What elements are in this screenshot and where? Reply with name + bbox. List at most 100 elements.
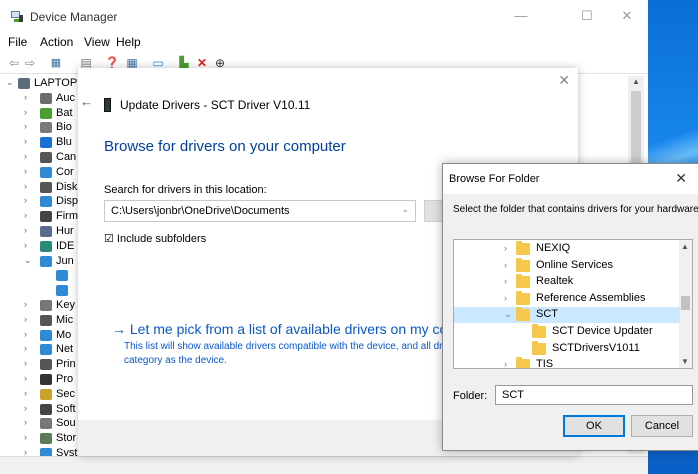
chevron-right-icon[interactable]: › xyxy=(504,243,507,253)
chevron-right-icon[interactable]: › xyxy=(504,260,507,270)
chevron-right-icon[interactable]: › xyxy=(24,432,27,442)
chevron-right-icon[interactable]: › xyxy=(504,359,507,368)
chevron-down-icon[interactable]: ⌄ xyxy=(6,77,14,88)
device-category-icon xyxy=(56,285,68,297)
tree-item[interactable]: › Bio xyxy=(0,120,80,135)
chevron-right-icon[interactable]: › xyxy=(24,107,27,117)
folder-item[interactable]: ⌄ SCT xyxy=(454,307,680,324)
folder-input[interactable]: SCT xyxy=(495,385,693,405)
folder-item[interactable]: › TIS xyxy=(454,357,680,368)
tree-item[interactable]: › Key xyxy=(0,298,80,313)
forward-arrow-icon[interactable]: ⇨ xyxy=(22,55,38,71)
tree-item[interactable]: › Firm xyxy=(0,209,80,224)
chevron-right-icon[interactable]: › xyxy=(24,92,27,102)
minimize-icon[interactable]: — xyxy=(506,6,536,26)
chevron-right-icon[interactable]: › xyxy=(24,181,27,191)
menu-action[interactable]: Action xyxy=(40,35,73,49)
maximize-icon[interactable]: ☐ xyxy=(572,6,602,26)
chevron-right-icon[interactable]: › xyxy=(24,403,27,413)
chevron-right-icon[interactable]: › xyxy=(24,195,27,205)
tree-item[interactable]: › Sou xyxy=(0,416,80,431)
back-arrow-icon[interactable]: ⇦ xyxy=(6,55,22,71)
scrollbar[interactable]: ▲ ▼ xyxy=(679,240,692,368)
scroll-thumb[interactable] xyxy=(681,296,690,310)
close-icon[interactable]: ✕ xyxy=(558,72,570,89)
chevron-right-icon[interactable]: › xyxy=(24,358,27,368)
folder-item[interactable]: › Reference Assemblies xyxy=(454,290,680,307)
chevron-down-icon[interactable]: ⌄ xyxy=(24,255,32,266)
chevron-right-icon[interactable]: › xyxy=(24,121,27,131)
folder-item[interactable]: SCT Device Updater xyxy=(454,324,680,340)
device-category-icon xyxy=(40,196,52,208)
tree-item[interactable]: › Soft xyxy=(0,402,80,417)
scroll-up-icon[interactable]: ▲ xyxy=(681,242,689,251)
chevron-right-icon[interactable]: › xyxy=(504,293,507,303)
chevron-right-icon[interactable]: › xyxy=(24,329,27,339)
tree-item[interactable]: › Disk xyxy=(0,180,80,195)
tree-item[interactable]: › IDE xyxy=(0,239,80,254)
title-bar[interactable]: Device Manager — ☐ ✕ xyxy=(0,0,648,32)
back-arrow-icon[interactable]: ← xyxy=(80,94,93,109)
chevron-right-icon[interactable]: › xyxy=(504,276,507,286)
tree-item[interactable]: › Blu xyxy=(0,135,80,150)
chevron-right-icon[interactable]: › xyxy=(24,299,27,309)
ok-button[interactable]: OK xyxy=(563,415,625,437)
chevron-right-icon[interactable]: › xyxy=(24,417,27,427)
tree-item[interactable]: › Bat xyxy=(0,106,80,121)
tree-item[interactable] xyxy=(0,268,80,283)
close-icon[interactable]: ✕ xyxy=(612,6,642,26)
chevron-right-icon[interactable]: › xyxy=(24,166,27,176)
device-category-icon xyxy=(40,329,52,341)
menu-view[interactable]: View xyxy=(84,35,110,49)
chevron-right-icon[interactable]: › xyxy=(24,240,27,250)
tree-item[interactable]: › Hur xyxy=(0,224,80,239)
tree-view-icon[interactable]: ▦ xyxy=(48,55,64,71)
tree-item[interactable]: › Can xyxy=(0,150,80,165)
chevron-right-icon[interactable]: › xyxy=(24,388,27,398)
cancel-button[interactable]: Cancel xyxy=(631,415,693,437)
chevron-right-icon[interactable]: › xyxy=(24,225,27,235)
close-icon[interactable]: ✕ xyxy=(675,170,687,187)
tree-item[interactable]: › Pro xyxy=(0,372,80,387)
path-input[interactable]: C:\Users\jonbr\OneDrive\Documents ⌄ xyxy=(104,200,416,222)
device-category-icon xyxy=(40,240,52,252)
folder-icon xyxy=(516,257,530,272)
menu-help[interactable]: Help xyxy=(116,35,141,49)
chevron-right-icon[interactable]: › xyxy=(24,343,27,353)
device-category-icon xyxy=(40,226,52,237)
tree-item[interactable]: › Prin xyxy=(0,357,80,372)
folder-label: Folder: xyxy=(453,390,488,402)
folder-item[interactable]: › Online Services xyxy=(454,257,680,274)
scroll-up-icon[interactable]: ▲ xyxy=(632,77,640,86)
folder-tree[interactable]: ▲ ▼ › NEXIQ › Online Services › Realtek › Refer… xyxy=(453,239,693,369)
tree-item[interactable]: › Net xyxy=(0,342,80,357)
folder-item[interactable]: › Realtek xyxy=(454,274,680,290)
chevron-down-icon[interactable]: ⌄ xyxy=(504,309,512,320)
tree-item-label: Key xyxy=(56,299,75,311)
tree-item[interactable]: › Mic xyxy=(0,313,80,328)
chevron-right-icon[interactable]: › xyxy=(24,136,27,146)
chevron-right-icon[interactable]: › xyxy=(24,210,27,220)
menu-file[interactable]: File xyxy=(8,35,27,49)
chevron-right-icon[interactable]: › xyxy=(24,151,27,161)
tree-item[interactable]: › Mo xyxy=(0,328,80,343)
tree-item[interactable] xyxy=(0,283,80,298)
tree-item[interactable]: ⌄ LAPTOP xyxy=(0,76,80,91)
tree-item[interactable]: › Sec xyxy=(0,387,80,402)
tree-item-label: Sou xyxy=(56,417,76,430)
chevron-right-icon[interactable]: › xyxy=(24,314,27,324)
scroll-down-icon[interactable]: ▼ xyxy=(681,357,689,366)
tree-item[interactable]: › Stor xyxy=(0,431,80,446)
dialog-description: Select the folder that contains drivers … xyxy=(453,204,698,215)
pick-from-list-link[interactable]: → Let me pick from a list of available d… xyxy=(112,321,475,337)
tree-item-label: Bat xyxy=(56,106,73,119)
tree-item[interactable]: › Disp xyxy=(0,194,80,209)
include-subfolders-checkbox[interactable]: ☑ Include subfolders xyxy=(104,232,206,245)
tree-item[interactable]: › Auc xyxy=(0,91,80,106)
tree-item[interactable]: ⌄ Jun xyxy=(0,254,80,269)
chevron-down-icon[interactable]: ⌄ xyxy=(401,204,409,215)
folder-item[interactable]: › NEXIQ xyxy=(454,241,680,257)
chevron-right-icon[interactable]: › xyxy=(24,373,27,383)
tree-item[interactable]: › Cor xyxy=(0,165,80,180)
folder-item[interactable]: SCTDriversV1011 xyxy=(454,340,680,357)
